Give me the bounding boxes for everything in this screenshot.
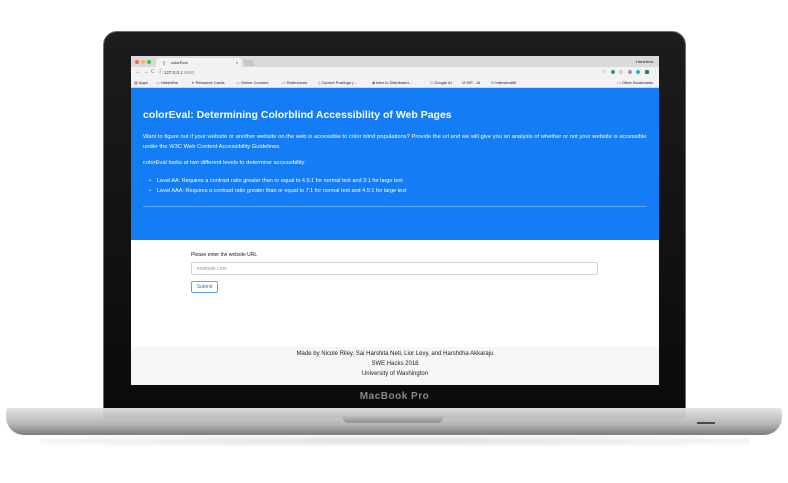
website-url-input[interactable]: example.com <box>191 262 598 275</box>
extension-green-icon[interactable] <box>611 70 616 74</box>
reload-icon[interactable]: C <box>151 68 155 77</box>
info-icon[interactable]: ⓘ <box>158 68 163 77</box>
browser-tab[interactable]: ▯ colorEval × <box>156 58 242 67</box>
bookmark-apps[interactable]: ▦Apps <box>134 78 148 87</box>
url-port: :5000 <box>182 70 195 75</box>
levels-intro: colorEval looks at two different levels … <box>143 160 306 166</box>
address-bar[interactable]: 127.0.0.1:5000 <box>164 68 194 77</box>
bookmark-interviewbit[interactable]: ✉InterviewBit <box>491 78 516 87</box>
footer-credits: Made by Nicole Riley, Sai Harshita Neti,… <box>296 351 494 357</box>
browser-window: ▯ colorEval × Harshitha ← → C ⓘ 127.0.0.… <box>131 56 659 385</box>
folder-icon: ▭ <box>156 80 160 85</box>
footer-event: SWE Hacks 2018 <box>371 361 419 367</box>
level-aaa-item: Level AAA: Requires a contrast ratio gre… <box>149 186 406 196</box>
bookmark-resource-cards[interactable]: ★Resource Cards <box>191 78 225 87</box>
extension-dark-icon[interactable] <box>627 70 632 74</box>
back-arrow-icon[interactable]: ← <box>135 68 141 77</box>
folder-icon: ▭ <box>617 80 621 85</box>
extension-gray-icon[interactable] <box>619 70 624 74</box>
submit-button[interactable]: Submit <box>191 281 218 293</box>
laptop-hinge-notch <box>342 416 444 423</box>
hero-divider <box>143 206 647 207</box>
tab-strip: ▯ colorEval × Harshitha <box>131 56 659 67</box>
window-minimize-dot[interactable] <box>141 60 145 64</box>
page-icon: ▯ <box>163 60 166 65</box>
star-icon[interactable]: ☆ <box>602 70 607 75</box>
intro-paragraph: Want to figure out if your website or an… <box>143 134 647 150</box>
browser-toolbar: ← → C ⓘ 127.0.0.1:5000 ☆ ⋮ <box>131 67 659 78</box>
mail-icon: ✉ <box>491 80 495 85</box>
folder-icon: ▭ <box>282 80 286 85</box>
bookmark-harshitha[interactable]: ▭Harshitha <box>156 78 178 87</box>
laptop-brand-label: MacBook Pro <box>359 391 430 402</box>
bookmark-current-postings[interactable]: ▯Current Postings (... <box>318 78 357 87</box>
laptop-side-slot <box>697 422 715 424</box>
google-icon: G <box>430 80 434 85</box>
bookmarks-bar: ▦Apps ▭Harshitha ★Resource Cards ▭Online… <box>131 78 659 88</box>
folder-icon: ▭ <box>236 80 240 85</box>
bookmark-references[interactable]: ▭References <box>282 78 307 87</box>
mit-icon: M <box>462 80 466 85</box>
tab-close-icon[interactable]: × <box>236 58 238 67</box>
bookmark-google-ai[interactable]: GGoogle AI <box>430 78 452 87</box>
extension-teal-icon[interactable] <box>636 70 641 74</box>
window-maximize-dot[interactable] <box>147 60 151 64</box>
forward-arrow-icon[interactable]: → <box>143 68 149 77</box>
apps-grid-icon: ▦ <box>134 80 138 85</box>
bookmark-intro-distributed[interactable]: ◆Intro to Distributed... <box>372 78 412 87</box>
other-bookmarks[interactable]: ▭Other Bookmarks <box>617 78 653 87</box>
bookmark-mit-ai[interactable]: MMIT - AI <box>462 78 480 87</box>
diamond-icon: ◆ <box>372 80 376 85</box>
star-icon: ★ <box>191 80 195 85</box>
tab-title: colorEval <box>171 60 188 65</box>
page-footer: Made by Nicole Riley, Sai Harshita Neti,… <box>131 347 659 385</box>
url-field-label: Please enter the website URL <box>191 252 258 258</box>
toolbar-extension-icons: ☆ ⋮ <box>599 70 658 75</box>
levels-list: Level AA: Requires a contrast ratio grea… <box>149 176 406 196</box>
hero-banner: colorEval: Determining Colorblind Access… <box>131 88 659 240</box>
new-tab-button[interactable] <box>242 60 256 66</box>
menu-kebab-icon[interactable]: ⋮ <box>653 70 658 75</box>
url-host: 127.0.0.1 <box>164 70 183 75</box>
window-close-dot[interactable] <box>135 60 139 64</box>
extension-square-icon[interactable] <box>644 70 649 74</box>
profile-name[interactable]: Harshitha <box>636 56 653 67</box>
bookmark-online-courses[interactable]: ▭Online Courses <box>236 78 268 87</box>
footer-school: University of Washington <box>361 371 429 377</box>
page-icon: ▯ <box>318 80 321 85</box>
level-aa-item: Level AA: Requires a contrast ratio grea… <box>149 176 406 186</box>
page-title: colorEval: Determining Colorblind Access… <box>143 109 452 121</box>
laptop-shadow <box>40 436 750 446</box>
